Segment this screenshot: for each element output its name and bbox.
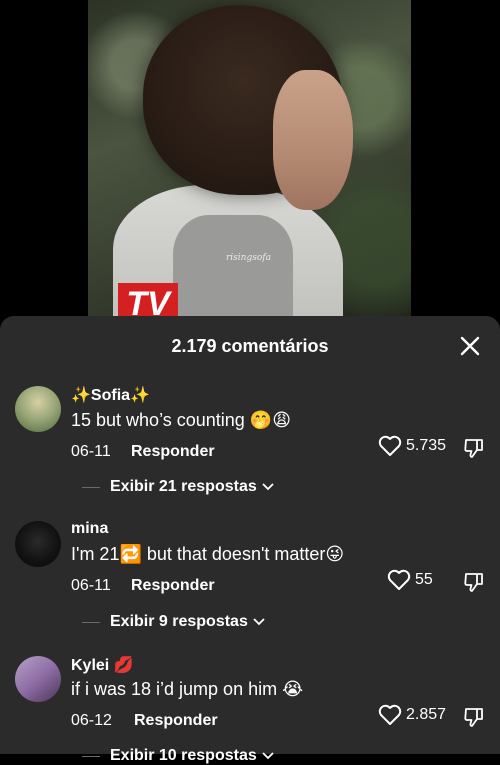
chevron-down-icon — [262, 483, 274, 491]
video-thumbnail[interactable]: TV risingsofa — [88, 0, 411, 325]
comment-date: 06-12 — [71, 712, 112, 729]
view-replies-label: Exibir 21 respostas — [110, 478, 257, 495]
video-figure-face — [273, 70, 353, 210]
like-button[interactable]: 55 — [387, 569, 433, 591]
dislike-icon[interactable] — [463, 706, 485, 728]
like-count: 55 — [415, 571, 433, 588]
comment-date: 06-11 — [71, 577, 111, 594]
like-button[interactable]: 2.857 — [378, 704, 446, 726]
comment-username[interactable]: ✨Sofia✨ — [71, 385, 150, 405]
chevron-down-icon — [262, 752, 274, 760]
reply-button[interactable]: Responder — [131, 577, 215, 595]
heart-icon — [378, 704, 402, 725]
dislike-icon[interactable] — [463, 571, 485, 593]
avatar[interactable] — [15, 656, 61, 702]
reply-button[interactable]: Responder — [134, 712, 218, 730]
comment-username[interactable]: mina — [71, 520, 108, 538]
avatar[interactable] — [15, 386, 61, 432]
replies-divider — [82, 622, 100, 623]
view-replies-button[interactable]: Exibir 9 respostas — [110, 613, 265, 631]
close-icon[interactable] — [458, 334, 482, 358]
comment-text: if i was 18 i’d jump on him 😭 — [71, 679, 304, 699]
view-replies-label: Exibir 9 respostas — [110, 613, 248, 630]
view-replies-button[interactable]: Exibir 21 respostas — [110, 478, 274, 496]
view-replies-button[interactable]: Exibir 10 respostas — [110, 747, 274, 765]
like-count: 5.735 — [406, 437, 447, 454]
comments-count-title: 2.179 comentários — [171, 336, 329, 356]
heart-icon — [378, 435, 402, 456]
comment-text: I'm 21🔁 but that doesn't matter😜 — [71, 544, 345, 564]
replies-divider — [82, 487, 100, 488]
reply-button[interactable]: Responder — [131, 443, 215, 461]
avatar[interactable] — [15, 521, 61, 567]
like-button[interactable]: 5.735 — [378, 435, 446, 457]
view-replies-label: Exibir 10 respostas — [110, 747, 257, 764]
comment-date: 06-11 — [71, 443, 111, 460]
chevron-down-icon — [253, 618, 265, 626]
comment-text: 15 but who’s counting 🤭😩 — [71, 410, 291, 430]
video-figure-tshirt — [173, 215, 293, 325]
replies-divider — [82, 756, 100, 757]
comments-sheet: 2.179 comentários ✨Sofia✨ 15 but who’s c… — [0, 316, 500, 764]
like-count: 2.857 — [406, 706, 447, 723]
comment-username[interactable]: Kylei 💋 — [71, 655, 134, 675]
heart-icon — [387, 569, 411, 590]
video-watermark: risingsofa — [226, 253, 271, 263]
dislike-icon[interactable] — [463, 437, 485, 459]
